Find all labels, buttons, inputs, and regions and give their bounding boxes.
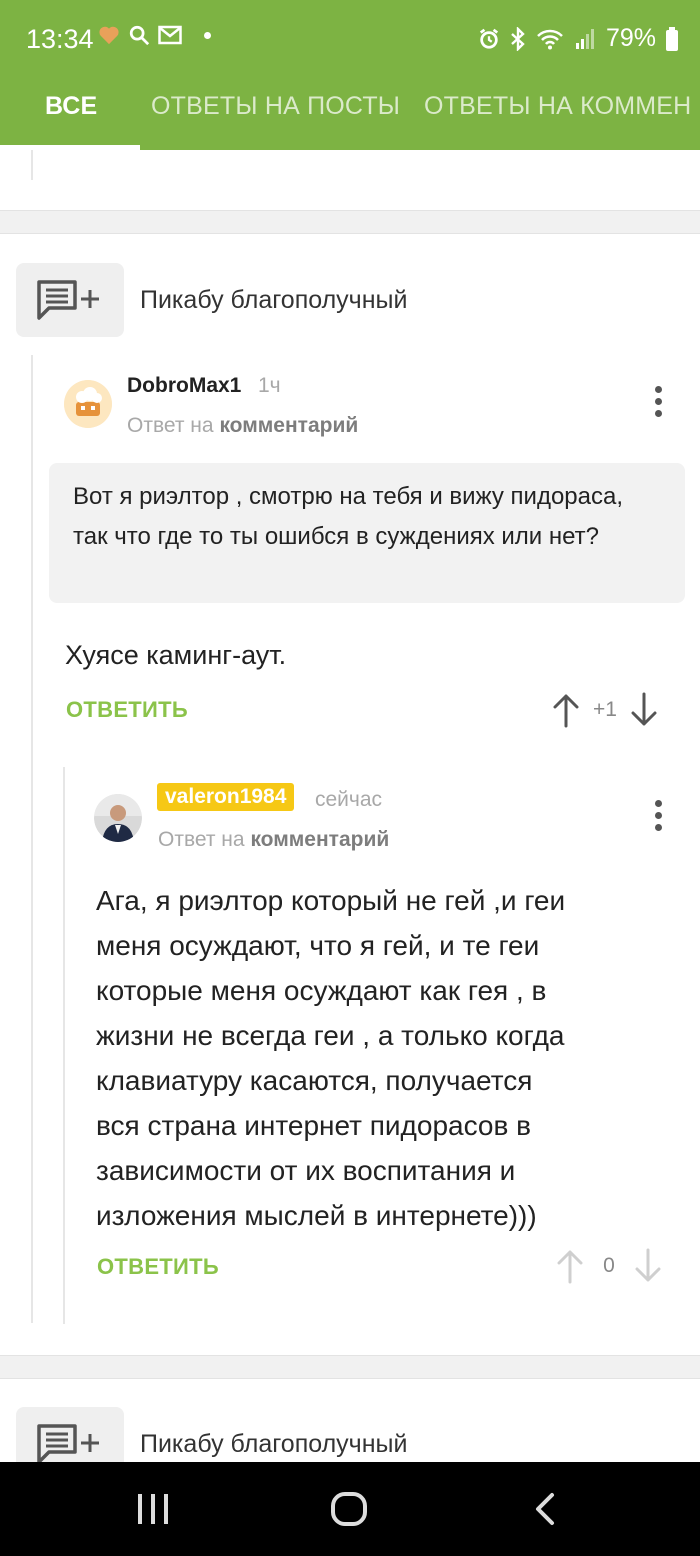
status-left-icons: [98, 24, 211, 46]
status-bar: 13:34 79%: [0, 0, 700, 80]
app-header: 13:34 79% ВСЕ ОТВЕТЫ НА ПОСТЫ ОТВЕТЫ НА …: [0, 0, 700, 150]
comment-text: Хуясе каминг-аут.: [65, 640, 287, 670]
comment-add-icon[interactable]: [16, 1407, 124, 1462]
reply-to-prefix: Ответ на: [127, 414, 214, 437]
comment-text-line: зависимости от их воспитания и: [96, 1155, 516, 1186]
comment-username[interactable]: valeron1984: [157, 783, 295, 811]
post-header[interactable]: Пикабу благополучный: [16, 263, 407, 337]
comment-text-line: меня осуждают, что я гей, и те геи: [96, 930, 540, 961]
reply-button[interactable]: ОТВЕТИТЬ: [66, 697, 188, 723]
search-icon: [129, 25, 150, 46]
comment-text-line: которые меня осуждают как гея , в: [96, 975, 547, 1006]
avatar[interactable]: [64, 380, 112, 428]
comment-username[interactable]: DobroMax1: [127, 374, 241, 398]
comment-text-line: вся страна интернет пидорасов в: [96, 1110, 532, 1141]
reply-to-prefix: Ответ на: [158, 828, 245, 851]
comment-text-line: жизни не всегда геи , а только когда: [96, 1020, 565, 1051]
feed[interactable]: Пикабу благополучный DobroMax1 1ч Ответ …: [0, 150, 700, 1462]
heart-icon: [99, 26, 119, 45]
app-frame: 13:34 79% ВСЕ ОТВЕТЫ НА ПОСТЫ ОТВЕТЫ НА …: [0, 0, 700, 1556]
home-icon[interactable]: [312, 1462, 386, 1556]
more-options-icon[interactable]: [648, 796, 668, 836]
mail-icon: [158, 25, 182, 45]
post-header[interactable]: Пикабу благополучный: [16, 1407, 407, 1462]
comment-time: сейчас: [315, 788, 383, 811]
system-nav-bar: [0, 1462, 700, 1556]
comment-text-line: Ага, я риэлтор который не гей ,и геи: [96, 885, 566, 916]
more-options-icon[interactable]: [648, 382, 668, 422]
feed-separator: [0, 210, 700, 234]
reply-to-link[interactable]: комментарий: [219, 414, 358, 437]
bluetooth-icon: [511, 26, 525, 51]
feed-separator: [0, 1355, 700, 1379]
recent-apps-icon[interactable]: [118, 1462, 188, 1556]
avatar[interactable]: [94, 794, 142, 842]
status-time: 13:34: [26, 24, 94, 54]
tab-all[interactable]: ВСЕ: [45, 80, 97, 150]
signal-icon: [575, 28, 594, 49]
rating-count: 0: [603, 1254, 615, 1277]
battery-icon: [666, 26, 678, 51]
nested-thread-line: [63, 767, 65, 1324]
comment-add-icon[interactable]: [16, 263, 124, 337]
quoted-comment: Вот я риэлтор , смотрю на тебя и вижу пи…: [49, 463, 685, 603]
downvote-arrow-icon[interactable]: [630, 692, 658, 728]
upvote-arrow-icon[interactable]: [552, 692, 580, 728]
vote-controls: 0: [556, 1248, 662, 1284]
thread-line: [31, 150, 33, 180]
notification-dot-icon: [204, 31, 211, 39]
reply-to-line: Ответ на комментарий: [127, 414, 358, 438]
back-icon[interactable]: [510, 1462, 580, 1556]
alarm-icon: [479, 28, 499, 49]
reply-button[interactable]: ОТВЕТИТЬ: [97, 1254, 219, 1280]
reply-to-line: Ответ на комментарий: [158, 828, 389, 852]
rating-count: +1: [593, 698, 617, 721]
comment-text: Ага, я риэлтор который не гей ,и геи мен…: [96, 878, 676, 1238]
status-right-icons: 79%: [478, 24, 678, 53]
post-title[interactable]: Пикабу благополучный: [140, 286, 407, 315]
thread-line: [31, 355, 33, 1323]
tab-comment-replies[interactable]: ОТВЕТЫ НА КОММЕН: [424, 80, 691, 150]
upvote-arrow-icon[interactable]: [556, 1248, 584, 1284]
comment-time: 1ч: [258, 374, 281, 397]
reply-to-link[interactable]: комментарий: [250, 828, 389, 851]
comment-text-line: клавиатуру касаются, получается: [96, 1065, 533, 1096]
downvote-arrow-icon[interactable]: [634, 1248, 662, 1284]
vote-controls: +1: [552, 692, 658, 728]
battery-percent: 79%: [605, 24, 656, 52]
tab-bar: ВСЕ ОТВЕТЫ НА ПОСТЫ ОТВЕТЫ НА КОММЕН: [0, 80, 700, 150]
comment-text-line: изложения мыслей в интернете))): [96, 1200, 537, 1231]
wifi-icon: [537, 29, 563, 49]
tab-post-replies[interactable]: ОТВЕТЫ НА ПОСТЫ: [151, 80, 400, 150]
post-title[interactable]: Пикабу благополучный: [140, 1430, 407, 1459]
